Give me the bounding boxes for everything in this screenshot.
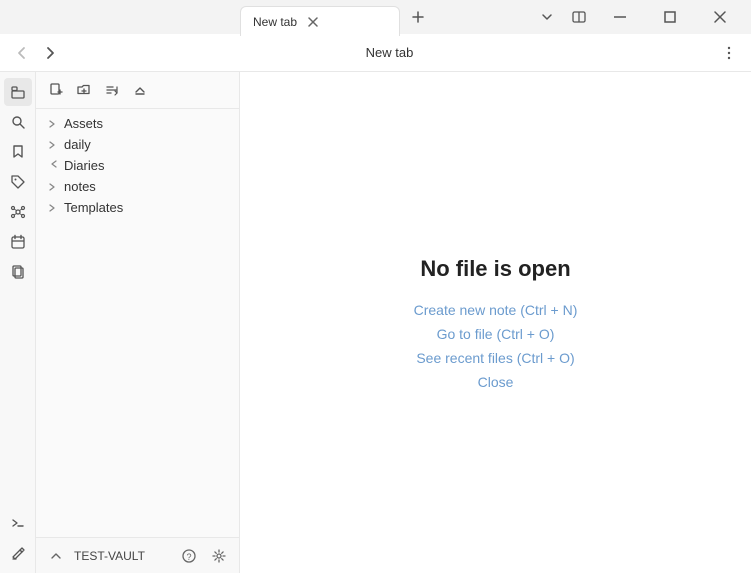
tree-item-notes[interactable]: notes xyxy=(36,176,239,197)
nav-title: New tab xyxy=(64,45,715,60)
sidebar-icon-search[interactable] xyxy=(4,108,32,136)
sidebar-icon-edit[interactable] xyxy=(4,539,32,567)
chevron-icon xyxy=(48,141,60,149)
tree-item-label: Diaries xyxy=(64,158,231,173)
sidebar-icon-graph[interactable] xyxy=(4,198,32,226)
tree-item-templates[interactable]: Templates xyxy=(36,197,239,218)
nav-bar: New tab xyxy=(0,34,751,72)
active-tab[interactable]: New tab xyxy=(240,6,400,36)
chevron-icon xyxy=(48,120,60,128)
create-note-link[interactable]: Create new note (Ctrl + N) xyxy=(414,302,578,318)
new-tab-button[interactable] xyxy=(404,3,432,31)
tree-item-diaries[interactable]: Diaries xyxy=(36,155,239,176)
sidebar-icon-files[interactable] xyxy=(4,78,32,106)
tab-label: New tab xyxy=(253,15,297,29)
sidebar-icon-bookmark[interactable] xyxy=(4,138,32,166)
tab-strip: New tab xyxy=(240,0,533,34)
sort-button[interactable] xyxy=(100,78,124,102)
chevron-down-button[interactable] xyxy=(533,3,561,31)
tree-item-label: notes xyxy=(64,179,231,194)
title-bar: New tab xyxy=(0,0,751,34)
new-folder-button[interactable] xyxy=(72,78,96,102)
title-bar-controls xyxy=(533,0,751,34)
tree-item-daily[interactable]: daily xyxy=(36,134,239,155)
new-note-button[interactable] xyxy=(44,78,68,102)
back-button[interactable] xyxy=(8,39,36,67)
sidebar-icon-pages[interactable] xyxy=(4,258,32,286)
file-explorer: Assets daily Diaries xyxy=(36,72,240,573)
vault-chevron-button[interactable] xyxy=(44,544,68,568)
nav-menu-button[interactable] xyxy=(715,39,743,67)
tree-item-label: Templates xyxy=(64,200,231,215)
no-file-title: No file is open xyxy=(420,256,570,282)
chevron-icon xyxy=(48,183,60,191)
minimize-button[interactable] xyxy=(597,0,643,34)
sidebar-icon-terminal[interactable] xyxy=(4,509,32,537)
close-window-button[interactable] xyxy=(697,0,743,34)
sidebar-icons xyxy=(0,72,36,573)
svg-text:?: ? xyxy=(186,552,191,562)
recent-files-link[interactable]: See recent files (Ctrl + O) xyxy=(416,350,574,366)
tab-close-button[interactable] xyxy=(305,14,321,30)
vault-name: TEST-VAULT xyxy=(74,549,171,563)
vault-bar: TEST-VAULT ? xyxy=(36,537,239,573)
collapse-all-button[interactable] xyxy=(128,78,152,102)
main-layout: Assets daily Diaries xyxy=(0,72,751,573)
close-link[interactable]: Close xyxy=(478,374,514,390)
maximize-button[interactable] xyxy=(647,0,693,34)
forward-button[interactable] xyxy=(36,39,64,67)
tree-item-assets[interactable]: Assets xyxy=(36,113,239,134)
explorer-toolbar xyxy=(36,72,239,109)
tree-item-label: daily xyxy=(64,137,231,152)
settings-button[interactable] xyxy=(207,544,231,568)
split-view-button[interactable] xyxy=(565,3,593,31)
go-to-file-link[interactable]: Go to file (Ctrl + O) xyxy=(437,326,555,342)
help-button[interactable]: ? xyxy=(177,544,201,568)
explorer-tree: Assets daily Diaries xyxy=(36,109,239,537)
tree-item-label: Assets xyxy=(64,116,231,131)
chevron-icon xyxy=(50,160,58,172)
content-area: No file is open Create new note (Ctrl + … xyxy=(240,72,751,573)
sidebar-icon-calendar[interactable] xyxy=(4,228,32,256)
sidebar-icon-tag[interactable] xyxy=(4,168,32,196)
chevron-icon xyxy=(48,204,60,212)
